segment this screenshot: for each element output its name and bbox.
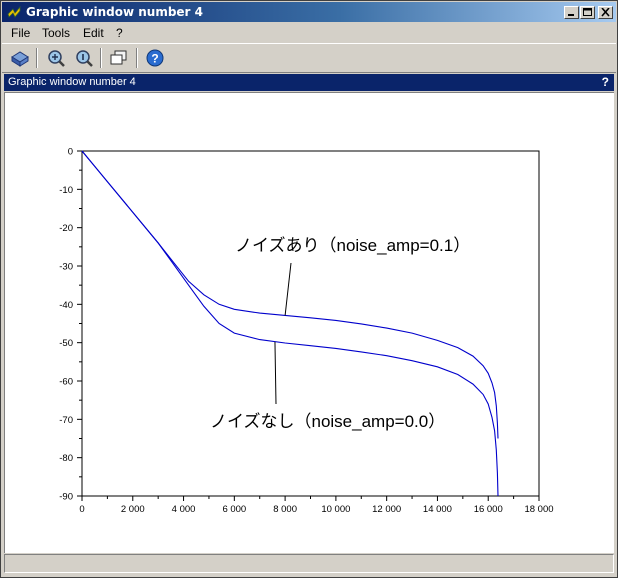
unzoom-icon	[76, 50, 93, 67]
toolbar-separator	[136, 48, 138, 68]
y-tick-label: -50	[59, 338, 73, 349]
y-tick-label: 0	[68, 147, 73, 158]
x-tick-label: 4 000	[172, 504, 196, 515]
close-icon	[601, 8, 610, 17]
close-button[interactable]	[598, 6, 613, 19]
annotation-label: ノイズあり（noise_amp=0.1）	[235, 236, 470, 255]
title-bar[interactable]: Graphic window number 4	[2, 2, 616, 22]
y-tick-label: -10	[59, 185, 73, 196]
status-bar	[4, 554, 614, 573]
series-line-0	[81, 150, 499, 439]
line-chart: 0 2 000 4 000 6 000 8 000 10 000 12 000 14 000 1…	[59, 147, 553, 516]
rotate-button[interactable]	[9, 47, 31, 69]
x-tick-label: 14 000	[423, 504, 452, 515]
y-tick-label: -80	[59, 453, 73, 464]
menu-file[interactable]: File	[11, 26, 30, 40]
menu-edit[interactable]: Edit	[83, 26, 104, 40]
plot-frame	[81, 150, 540, 497]
window-title: Graphic window number 4	[26, 5, 204, 19]
y-tick-label: -70	[59, 415, 73, 426]
datatip-button[interactable]	[108, 47, 130, 69]
figure-help-button[interactable]: ?	[602, 75, 609, 89]
annotation-leader	[284, 262, 292, 316]
y-tick-label: -30	[59, 262, 73, 273]
zoom-button[interactable]	[45, 47, 67, 69]
annotation-label: ノイズなし（noise_amp=0.0）	[210, 412, 445, 431]
zoom-icon	[48, 50, 65, 67]
menu-tools[interactable]: Tools	[42, 26, 70, 40]
help-icon: ?	[146, 49, 164, 67]
x-tick-label: 12 000	[372, 504, 401, 515]
help-button[interactable]: ?	[144, 47, 166, 69]
y-tick-label: -60	[59, 377, 73, 388]
toolbar: ?	[2, 43, 616, 73]
x-tick-label: 10 000	[321, 504, 350, 515]
menu-bar: File Tools Edit ?	[2, 23, 616, 42]
svg-text:?: ?	[151, 52, 158, 66]
minimize-icon	[568, 14, 574, 16]
graphic-window: Graphic window number 4 File Tools Edit …	[0, 0, 618, 578]
figure-header: Graphic window number 4 ?	[4, 74, 614, 91]
toolbar-separator	[100, 48, 102, 68]
x-tick-label: 16 000	[474, 504, 503, 515]
series-line-1	[81, 150, 499, 497]
minimize-button[interactable]	[564, 6, 579, 19]
x-tick-label: 6 000	[222, 504, 246, 515]
maximize-button[interactable]	[580, 6, 595, 19]
toolbar-separator	[36, 48, 38, 68]
rotate-3d-icon	[11, 51, 29, 67]
x-tick-label: 0	[79, 504, 84, 515]
datatip-icon	[110, 50, 127, 65]
y-tick-label: -20	[59, 223, 73, 234]
x-tick-label: 2 000	[121, 504, 145, 515]
x-tick-label: 18 000	[524, 504, 553, 515]
scilab-app-icon	[7, 5, 21, 18]
annotation-leader	[274, 341, 277, 405]
plot-canvas[interactable]: 0 2 000 4 000 6 000 8 000 10 000 12 000 14 000 1…	[4, 92, 614, 553]
menu-help[interactable]: ?	[116, 26, 123, 40]
maximize-icon	[583, 8, 592, 16]
x-tick-label: 8 000	[273, 504, 297, 515]
figure-title: Graphic window number 4	[8, 76, 136, 88]
y-tick-label: -40	[59, 300, 73, 311]
y-tick-label: -90	[59, 492, 73, 503]
unzoom-button[interactable]	[73, 47, 95, 69]
